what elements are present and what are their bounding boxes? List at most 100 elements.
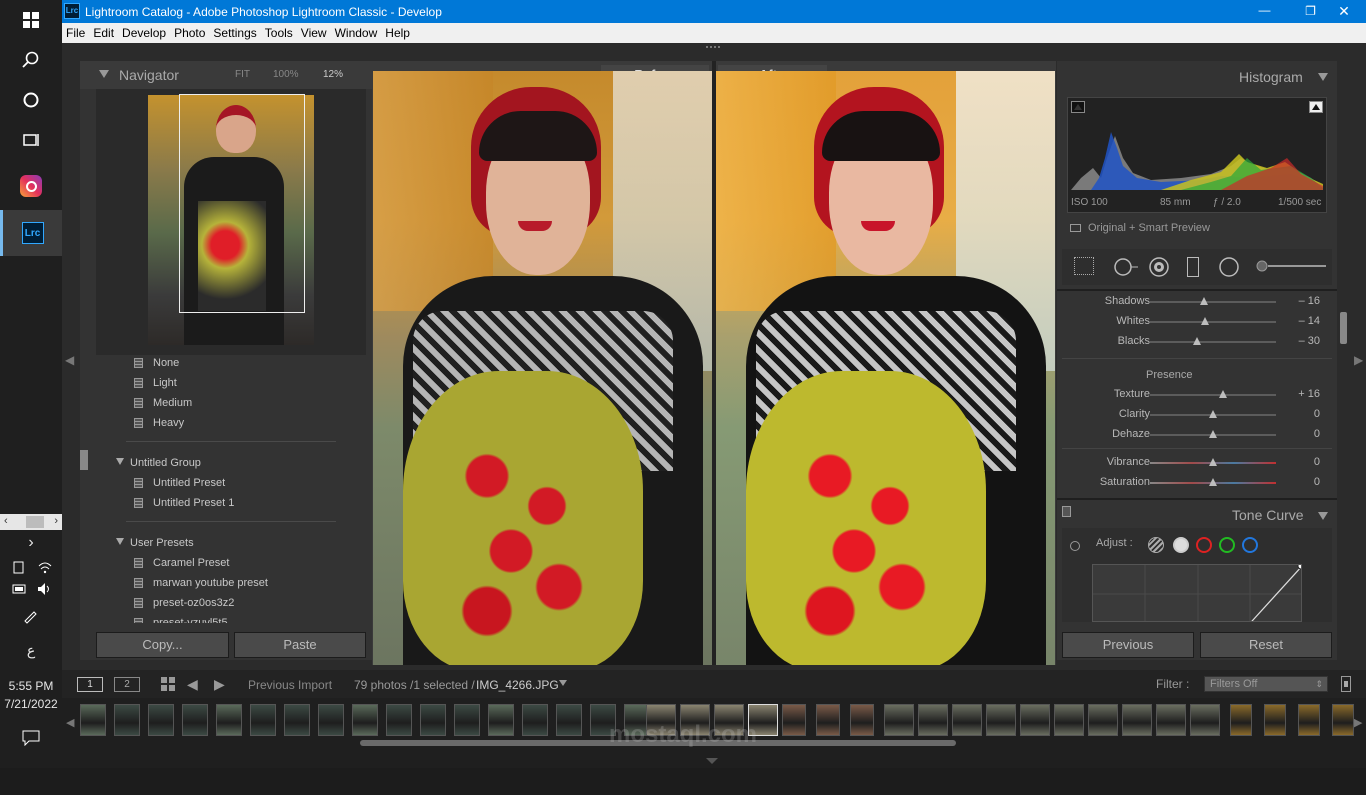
input-language[interactable]: ع [0,642,62,659]
filmstrip-thumbnail[interactable] [386,704,412,736]
selected-filename[interactable]: IMG_4266.JPG [476,678,559,692]
clock-time[interactable]: 5:55 PM [0,679,62,693]
cortana-icon[interactable] [0,80,62,120]
menu-file[interactable]: File [62,23,89,40]
filmstrip-thumbnail[interactable] [1264,704,1286,736]
slider-blacks[interactable]: Blacks – 30 [1062,332,1332,352]
spot-removal-icon[interactable] [1112,256,1138,281]
second-window-button[interactable]: 2 [114,677,140,692]
taskbar-scrollbar[interactable]: ‹ › [0,514,62,530]
filmstrip-thumbnail[interactable] [182,704,208,736]
slider-dehaze[interactable]: Dehaze 0 [1062,425,1332,445]
reset-button[interactable]: Reset [1200,632,1332,658]
paste-button[interactable]: Paste [234,632,366,658]
filmstrip-thumbnail[interactable] [454,704,480,736]
filmstrip-right-arrow-icon[interactable]: ▶ [1354,716,1362,729]
after-image[interactable] [716,71,1055,665]
source-label[interactable]: Previous Import [248,678,332,692]
smart-preview-status[interactable]: Original + Smart Preview [1088,222,1210,234]
histogram-collapse-icon[interactable] [1318,73,1328,81]
menu-photo[interactable]: Photo [170,23,209,40]
zoom-current[interactable]: 12% [323,69,343,80]
navigator-header[interactable]: Navigator FIT 100% 12% [80,61,372,89]
histogram-graph[interactable]: ISO 100 85 mm ƒ / 2.0 1/500 sec [1067,97,1327,213]
filmstrip-thumbnail[interactable] [1054,704,1084,736]
menu-develop[interactable]: Develop [118,23,170,40]
battery-icon[interactable] [12,583,28,598]
filmstrip-thumbnail[interactable] [420,704,446,736]
filmstrip-thumbnail[interactable] [952,704,982,736]
slider-track[interactable] [1150,390,1276,398]
zoom-fit[interactable]: FIT [235,69,250,80]
left-panel-collapse-arrow-icon[interactable]: ◀ [65,353,75,373]
filmstrip-thumbnail[interactable] [522,704,548,736]
tone-curve-title[interactable]: Tone Curve [1232,507,1304,523]
red-eye-icon[interactable] [1148,256,1170,281]
filmstrip-thumbnail[interactable] [216,704,242,736]
slider-track[interactable] [1150,337,1276,345]
right-panel-scrollbar-thumb[interactable] [1340,312,1347,344]
back-arrow-icon[interactable]: ◀ [187,676,198,693]
wifi-icon[interactable] [38,560,52,577]
filmstrip-thumbnail[interactable] [918,704,948,736]
preset-item[interactable]: Heavy [96,413,356,433]
menu-window[interactable]: Window [331,23,382,40]
slider-knob[interactable] [1200,297,1209,305]
menu-settings[interactable]: Settings [209,23,260,40]
filmstrip-thumbnail[interactable] [1020,704,1050,736]
slider-track[interactable] [1150,297,1276,305]
adjustment-brush-icon[interactable] [1256,260,1326,275]
grid-view-icon[interactable] [161,677,175,694]
tone-curve-graph[interactable] [1092,564,1302,622]
point-curve-rgb-icon[interactable] [1173,537,1189,553]
pen-icon[interactable] [22,608,38,627]
notifications-icon[interactable] [22,730,40,749]
slider-saturation[interactable]: Saturation 0 [1062,473,1332,493]
slider-track[interactable] [1150,430,1276,438]
close-button[interactable]: ✕ [1322,0,1366,23]
show-hidden-icons-chevron-icon[interactable]: › [0,534,62,552]
filmstrip-thumbnail[interactable] [250,704,276,736]
left-panel-scrollbar-thumb[interactable] [80,450,88,470]
filmstrip-thumbnail[interactable] [352,704,378,736]
slider-track[interactable] [1150,410,1276,418]
previous-button[interactable]: Previous [1062,632,1194,658]
navigator-preview[interactable] [96,89,366,355]
minimize-button[interactable]: — [1242,0,1287,23]
filmstrip-thumbnail[interactable] [1088,704,1118,736]
clock-date[interactable]: 7/21/2022 [0,697,62,711]
parametric-curve-icon[interactable] [1148,537,1164,553]
slider-track[interactable] [1150,458,1276,466]
preset-item[interactable]: Caramel Preset [96,553,356,573]
slider-knob[interactable] [1192,337,1201,345]
preset-item[interactable]: preset-vzuvl5t5 [96,613,356,623]
filmstrip-thumbnail[interactable] [488,704,514,736]
windows-start-icon[interactable] [0,0,62,40]
targeted-adjustment-icon[interactable] [1070,541,1080,551]
search-icon[interactable] [0,40,62,80]
volume-icon[interactable] [37,582,53,599]
preset-item[interactable]: preset-oz0os3z2 [96,593,356,613]
slider-vibrance[interactable]: Vibrance 0 [1062,453,1332,473]
slider-knob[interactable] [1209,410,1217,418]
preset-group-user[interactable]: User Presets [96,533,356,553]
slider-shadows[interactable]: Shadows – 16 [1062,292,1332,312]
preset-item[interactable]: Light [96,373,356,393]
preset-item[interactable]: Medium [96,393,356,413]
filmstrip-thumbnail[interactable] [816,704,840,736]
copy-button[interactable]: Copy... [96,632,229,658]
filmstrip-thumbnail[interactable] [1122,704,1152,736]
instagram-icon[interactable] [0,166,62,206]
filmstrip-thumbnail[interactable] [1332,704,1354,736]
slider-texture[interactable]: Texture + 16 [1062,385,1332,405]
navigator-collapse-icon[interactable] [99,70,109,78]
shadow-clipping-icon[interactable] [1071,101,1085,113]
filter-lock-icon[interactable] [1341,676,1351,692]
filmstrip-thumbnail[interactable] [782,704,806,736]
tone-curve-collapse-icon[interactable] [1318,512,1328,520]
slider-knob[interactable] [1209,430,1217,438]
graduated-filter-icon[interactable] [1187,257,1199,277]
top-panel-toggle[interactable] [706,46,720,54]
preset-item[interactable]: marwan youtube preset [96,573,356,593]
filmstrip-thumbnail[interactable] [1298,704,1320,736]
